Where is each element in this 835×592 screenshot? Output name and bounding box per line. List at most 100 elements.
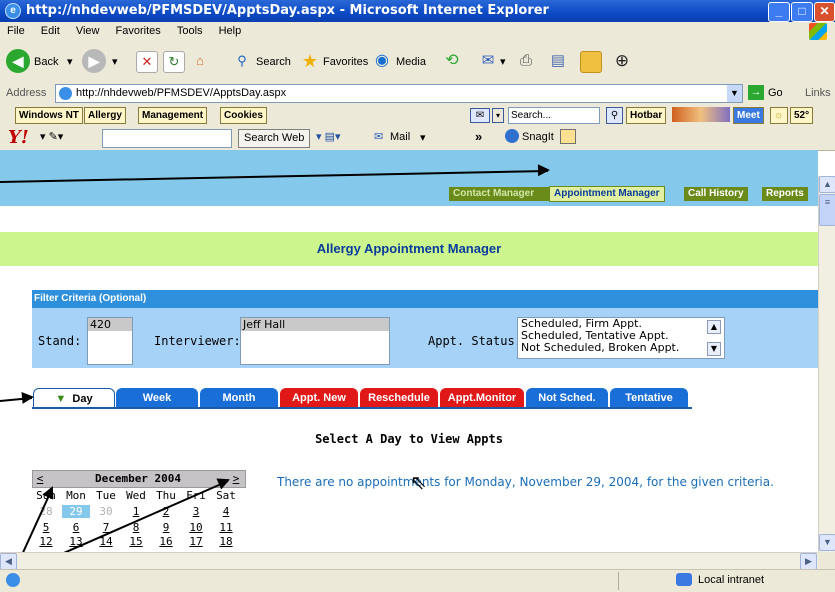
tab-appt-monitor[interactable]: Appt.Monitor <box>440 388 524 408</box>
media-icon[interactable]: ◉ <box>372 51 392 71</box>
nav-call-history[interactable]: Call History <box>684 187 748 201</box>
yahoo-logo[interactable]: Y! <box>8 127 29 148</box>
scroll-up-icon[interactable]: ▲ <box>707 320 721 334</box>
scroll-thumb[interactable]: ≡ <box>819 194 835 226</box>
maximize-button[interactable]: □ <box>791 2 813 22</box>
favorites-star-icon[interactable]: ★ <box>300 51 320 71</box>
snagit-capture-icon[interactable] <box>560 129 576 144</box>
menu-favorites[interactable]: Favorites <box>116 25 161 37</box>
horizontal-scrollbar[interactable]: ◀ ▶ <box>0 552 818 570</box>
interviewer-listbox[interactable]: Jeff Hall <box>240 317 390 365</box>
close-button[interactable]: ✕ <box>814 2 835 22</box>
address-input[interactable]: http://nhdevweb/PFMSDEV/ApptsDay.aspx ▼ <box>55 84 743 103</box>
calendar-day[interactable]: 9 <box>152 521 180 534</box>
forward-icon[interactable]: ▶ <box>82 49 106 73</box>
menu-tools[interactable]: Tools <box>177 25 203 37</box>
tab-week[interactable]: Week <box>116 388 198 408</box>
hotbar-link[interactable]: Hotbar <box>626 107 667 124</box>
tab-day[interactable]: ▼ Day <box>33 388 115 409</box>
back-dropdown-icon[interactable]: ▾ <box>67 51 73 73</box>
status-option[interactable]: Not Scheduled, Broken Appt. <box>521 342 724 354</box>
calendar-day[interactable]: 10 <box>182 521 210 534</box>
more-chevron-icon[interactable]: » <box>475 129 482 144</box>
snagit-button[interactable]: SnagIt <box>522 131 554 143</box>
vertical-scrollbar[interactable]: ▲ ≡ ▼ <box>818 176 835 552</box>
calendar-day[interactable]: 4 <box>212 505 240 518</box>
mail-dropdown-icon[interactable]: ▾ <box>420 131 426 144</box>
messenger-icon[interactable]: ⊕ <box>612 51 632 71</box>
meet-link[interactable]: Meet <box>733 107 764 124</box>
calendar-day[interactable]: 16 <box>152 535 180 548</box>
tab-reschedule[interactable]: Reschedule <box>360 388 438 408</box>
management-link[interactable]: Management <box>138 107 208 124</box>
links-button[interactable]: Links <box>805 82 831 104</box>
favorites-button[interactable]: Favorites <box>323 51 368 73</box>
back-icon[interactable]: ◀ <box>6 49 30 73</box>
nav-appointment-manager[interactable]: Appointment Manager <box>549 186 665 202</box>
calendar-day[interactable]: 18 <box>212 535 240 548</box>
forward-dropdown-icon[interactable]: ▾ <box>112 51 118 73</box>
calendar-day[interactable]: 6 <box>62 521 90 534</box>
cookies-link[interactable]: Cookies <box>220 107 267 124</box>
nav-reports[interactable]: Reports <box>762 187 808 201</box>
calendar-day[interactable]: 12 <box>32 535 60 548</box>
yahoo-mail-icon[interactable]: ✉ <box>374 130 383 143</box>
dropdown-icon[interactable]: ▾ <box>492 108 504 123</box>
mail-icon[interactable]: ✉ <box>478 51 498 71</box>
search-icon[interactable]: ⚲ <box>232 51 252 71</box>
tab-tentative[interactable]: Tentative <box>610 388 688 408</box>
calendar-day[interactable]: 3 <box>182 505 210 518</box>
menu-edit[interactable]: Edit <box>41 25 60 37</box>
calendar-day[interactable]: 8 <box>122 521 150 534</box>
minimize-button[interactable]: _ <box>768 2 790 22</box>
yahoo-options-icon[interactable]: ▾ ▤▾ <box>316 130 341 143</box>
menu-file[interactable]: File <box>7 25 25 37</box>
windows-nt-link[interactable]: Windows NT <box>15 107 83 124</box>
go-button[interactable]: Go <box>768 82 783 104</box>
stand-listbox[interactable]: 420 <box>87 317 133 365</box>
tab-not-sched[interactable]: Not Sched. <box>526 388 608 408</box>
print-icon[interactable]: ⎙ <box>516 51 536 71</box>
address-dropdown-icon[interactable]: ▼ <box>727 85 742 102</box>
refresh-icon[interactable]: ↻ <box>163 51 185 73</box>
stop-icon[interactable]: ✕ <box>136 51 158 73</box>
calendar-day[interactable]: 29 <box>62 505 90 518</box>
calendar-day[interactable]: 28 <box>32 505 60 518</box>
calendar-day[interactable]: 11 <box>212 521 240 534</box>
calendar-day[interactable]: 15 <box>122 535 150 548</box>
snagit-icon[interactable] <box>505 129 519 143</box>
search-field[interactable]: Search... <box>508 107 600 124</box>
scroll-right-arrow-icon[interactable]: ▶ <box>800 553 817 570</box>
media-button[interactable]: Media <box>396 51 426 73</box>
calendar-day[interactable]: 17 <box>182 535 210 548</box>
scroll-up-arrow-icon[interactable]: ▲ <box>819 176 835 193</box>
mail-dropdown-icon[interactable]: ▾ <box>500 51 506 73</box>
search-go-icon[interactable]: ⚲ <box>606 107 623 124</box>
search-button[interactable]: Search <box>256 51 291 73</box>
calendar-day[interactable]: 30 <box>92 505 120 518</box>
search-web-button[interactable]: Search Web <box>238 129 311 148</box>
menu-help[interactable]: Help <box>219 25 242 37</box>
tab-month[interactable]: Month <box>200 388 278 408</box>
yahoo-mail-button[interactable]: Mail <box>390 131 410 143</box>
menu-view[interactable]: View <box>76 25 100 37</box>
go-arrow-icon[interactable]: → <box>748 85 764 100</box>
history-icon[interactable]: ⟲ <box>442 51 462 71</box>
scroll-down-arrow-icon[interactable]: ▼ <box>819 534 835 551</box>
edit-icon[interactable]: ▤ <box>548 51 568 71</box>
scroll-left-arrow-icon[interactable]: ◀ <box>0 553 17 570</box>
stand-option[interactable]: 420 <box>88 318 132 331</box>
scroll-down-icon[interactable]: ▼ <box>707 342 721 356</box>
nav-contact-manager[interactable]: Contact Manager <box>449 187 549 201</box>
folder-icon[interactable] <box>580 51 602 73</box>
appt-status-listbox[interactable]: Scheduled, Firm Appt. Scheduled, Tentati… <box>517 317 725 359</box>
yahoo-dropdown-icon[interactable]: ▾ ✎▾ <box>40 130 63 143</box>
yahoo-search-input[interactable] <box>102 129 232 148</box>
calendar-prev-link[interactable]: < <box>33 472 47 485</box>
mail-icon[interactable]: ✉ <box>470 108 490 123</box>
back-button[interactable]: Back <box>34 51 58 73</box>
tab-appt-new[interactable]: Appt. New <box>280 388 358 408</box>
interviewer-option[interactable]: Jeff Hall <box>241 318 389 331</box>
home-icon[interactable]: ⌂ <box>190 51 210 71</box>
allergy-link[interactable]: Allergy <box>84 107 126 124</box>
